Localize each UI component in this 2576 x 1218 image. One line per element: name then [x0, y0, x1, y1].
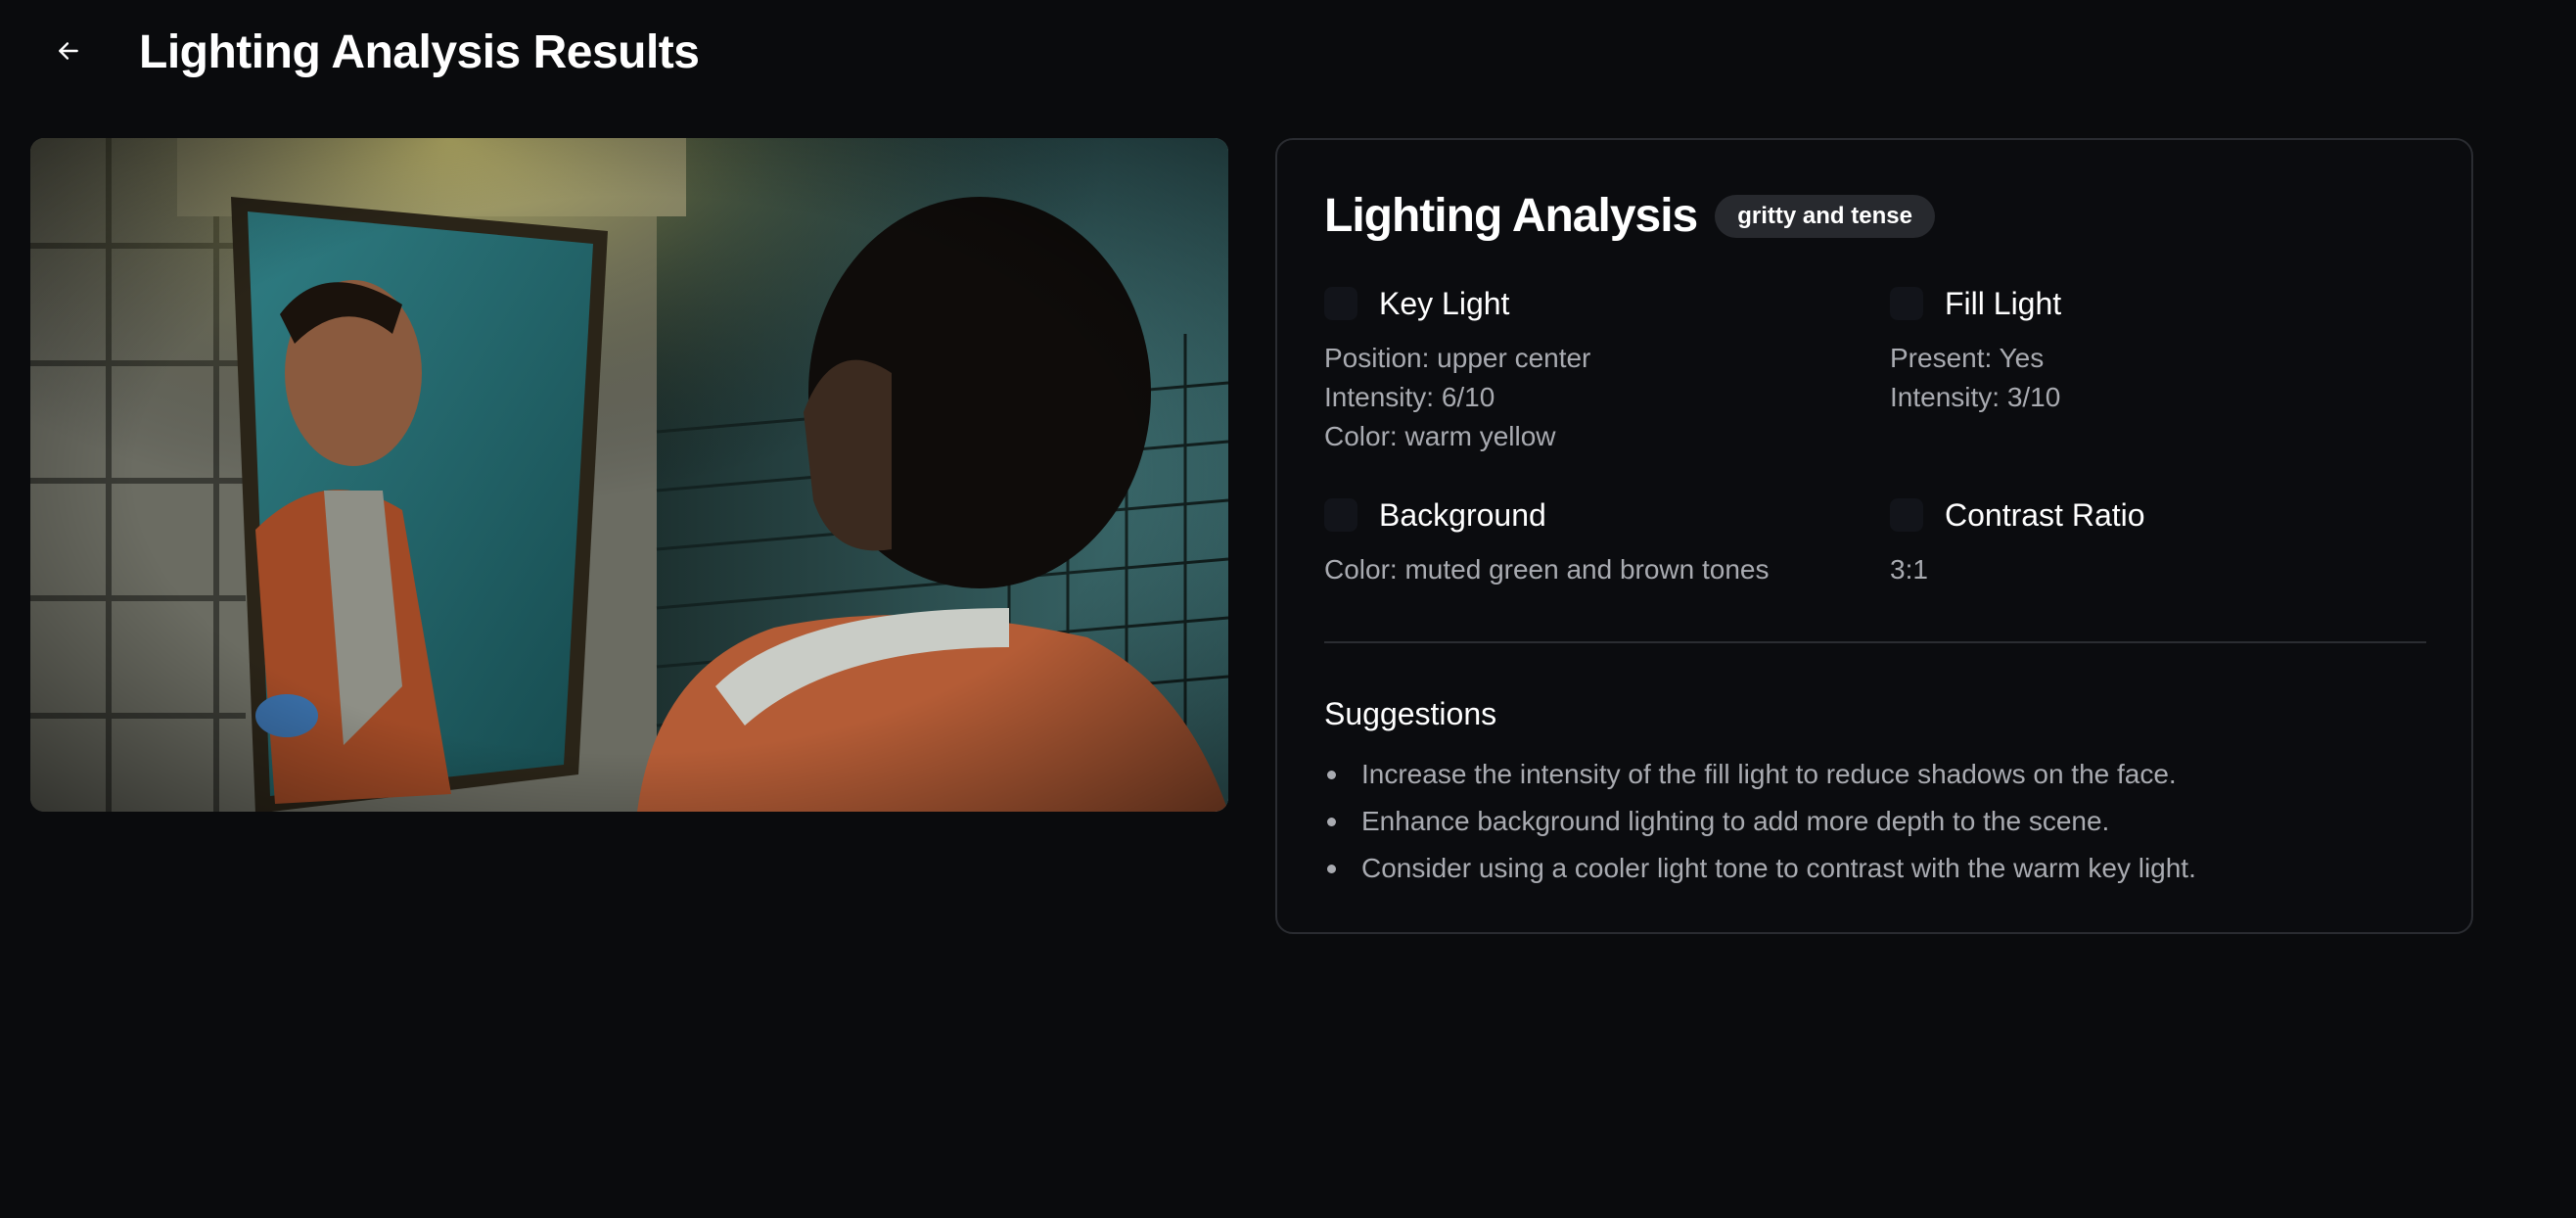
key-light-section: Key Light Position: upper center Intensi… [1324, 284, 1872, 456]
mood-badge: gritty and tense [1715, 195, 1935, 238]
suggestions-list: Increase the intensity of the fill light… [1324, 751, 2196, 892]
lighting-analysis-card: Lighting Analysis gritty and tense Key L… [1275, 138, 2473, 934]
card-header: Lighting Analysis gritty and tense [1324, 187, 1935, 246]
fill-light-icon [1890, 287, 1923, 320]
suggestion-item: Increase the intensity of the fill light… [1324, 751, 2196, 798]
back-button[interactable] [45, 27, 92, 74]
section-divider [1324, 641, 2426, 643]
contrast-ratio-section: Contrast Ratio 3:1 [1890, 495, 2438, 589]
contrast-ratio-icon [1890, 498, 1923, 532]
key-light-icon [1324, 287, 1357, 320]
background-color: Color: muted green and brown tones [1324, 554, 1770, 585]
arrow-left-icon [59, 42, 78, 60]
background-title: Background [1379, 497, 1546, 533]
analyzed-image [30, 138, 1228, 812]
background-icon [1324, 498, 1357, 532]
fill-light-section: Fill Light Present: Yes Intensity: 3/10 [1890, 284, 2438, 417]
key-light-color: Color: warm yellow [1324, 421, 1556, 451]
key-light-title: Key Light [1379, 286, 1510, 321]
background-section: Background Color: muted green and brown … [1324, 495, 1872, 589]
page-title: Lighting Analysis Results [139, 26, 700, 78]
suggestion-item: Enhance background lighting to add more … [1324, 798, 2196, 845]
page-header: Lighting Analysis Results [0, 0, 2576, 108]
suggestions-title: Suggestions [1324, 696, 1497, 731]
fill-light-intensity: Intensity: 3/10 [1890, 382, 2061, 412]
fill-light-present: Present: Yes [1890, 343, 2045, 373]
key-light-position: Position: upper center [1324, 343, 1591, 373]
card-title: Lighting Analysis [1324, 190, 1698, 242]
contrast-ratio-value: 3:1 [1890, 554, 1928, 585]
fill-light-title: Fill Light [1945, 286, 2062, 321]
contrast-ratio-title: Contrast Ratio [1945, 497, 2145, 533]
key-light-intensity: Intensity: 6/10 [1324, 382, 1495, 412]
suggestion-item: Consider using a cooler light tone to co… [1324, 845, 2196, 892]
scene-image [30, 138, 1228, 812]
